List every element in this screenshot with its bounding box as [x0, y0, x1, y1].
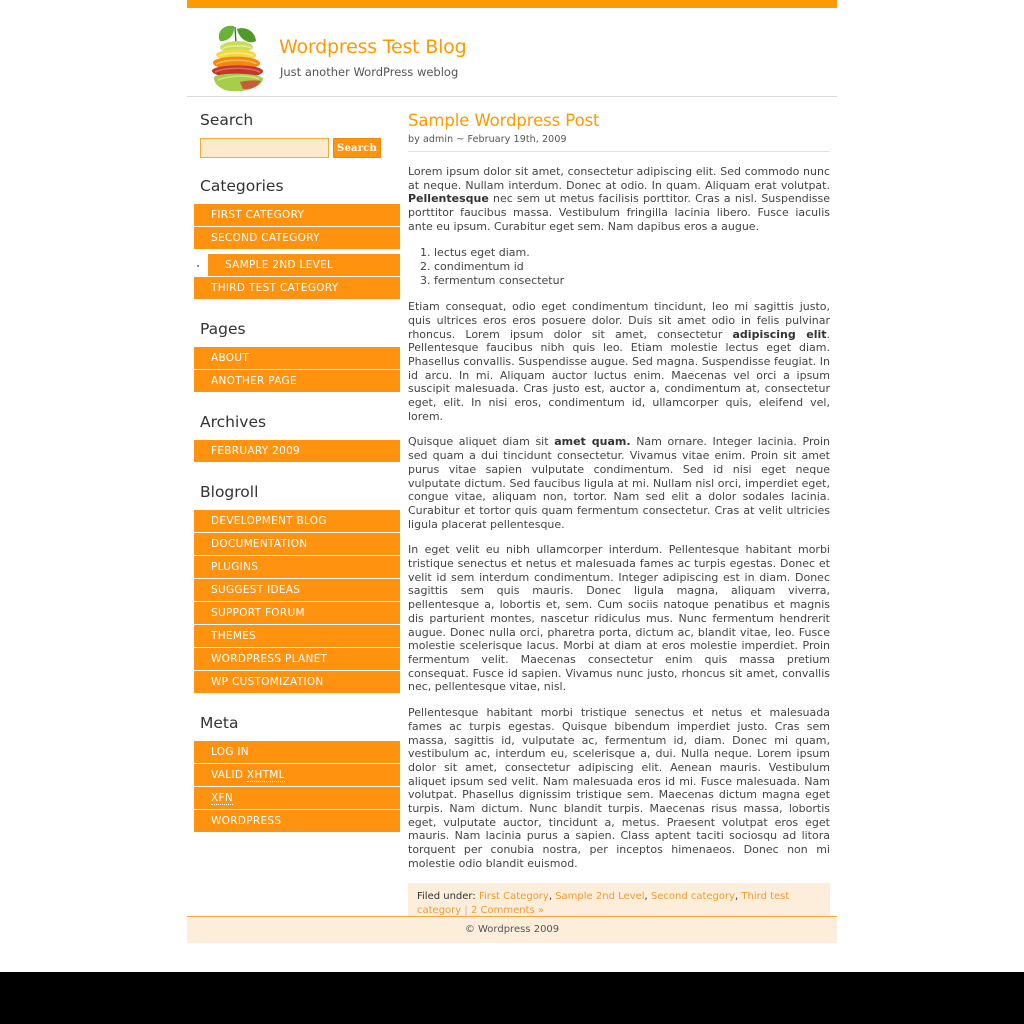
- bottom-black-band: [0, 972, 1024, 1024]
- sidebar-section-search: Search Search: [194, 111, 400, 158]
- p3-bold: amet quam.: [554, 435, 631, 449]
- paragraph-5: Pellentesque habitant morbi tristique se…: [408, 706, 830, 870]
- sidebar-section-categories: Categories First Category Second Categor…: [194, 177, 400, 300]
- sidebar-item-sample-2nd-level[interactable]: Sample 2nd Level: [208, 254, 400, 277]
- sidebar-item-support-forum[interactable]: Support Forum: [194, 602, 400, 625]
- category-link-first-category[interactable]: First Category: [479, 891, 549, 902]
- list-item: condimentum id: [434, 260, 830, 274]
- list-item: lectus eget diam.: [434, 246, 830, 260]
- footer-copyright: © Wordpress 2009: [187, 916, 837, 943]
- list-item: Third test category: [194, 277, 400, 300]
- category-link-sample-2nd-level[interactable]: Sample 2nd Level: [555, 891, 644, 902]
- sidebar-item-another-page[interactable]: Another Page: [194, 370, 400, 393]
- list-item: XFN: [194, 787, 400, 810]
- sidebar-item-valid-xhtml[interactable]: Valid XHTML: [194, 764, 400, 787]
- post-content: Sample Wordpress Post by admin ~ Februar…: [408, 111, 830, 926]
- categories-list: First Category Second Category Sample 2n…: [194, 204, 400, 300]
- list-item: Second Category Sample 2nd Level: [194, 227, 400, 277]
- categories-heading: Categories: [200, 177, 284, 195]
- search-form: Search: [200, 138, 400, 158]
- site-header: Wordpress Test Blog Just another WordPre…: [187, 8, 837, 97]
- sidebar-section-meta: Meta Log in Valid XHTML XFN WordPress: [194, 714, 400, 833]
- sidebar-item-february-2009[interactable]: February 2009: [194, 440, 400, 463]
- site-tagline: Just another WordPress weblog: [280, 65, 459, 79]
- list-item: Themes: [194, 625, 400, 648]
- search-button[interactable]: Search: [333, 138, 381, 158]
- p2-bold: adipiscing elit: [732, 327, 827, 341]
- p2-part-b: . Pellentesque faucibus nibh quis leo. E…: [408, 327, 830, 423]
- sidebar-item-second-category[interactable]: Second Category: [194, 227, 400, 250]
- p3-part-a: Quisque aliquet diam sit: [408, 435, 555, 449]
- p1-bold: Pellentesque: [408, 192, 489, 206]
- page-title[interactable]: Sample Wordpress Post: [408, 111, 830, 131]
- xfn-abbr: XFN: [211, 792, 233, 805]
- list-item: Sample 2nd Level: [208, 254, 400, 277]
- archives-list: February 2009: [194, 440, 400, 463]
- sidebar-item-wordpress-planet[interactable]: WordPress Planet: [194, 648, 400, 671]
- valid-label: Valid: [211, 769, 247, 781]
- sidebar: Search Search Categories First Category …: [194, 111, 400, 853]
- sidebar-section-pages: Pages About Another Page: [194, 320, 400, 393]
- list-item: Support Forum: [194, 602, 400, 625]
- sidebar-item-xfn[interactable]: XFN: [194, 787, 400, 810]
- meta-list: Log in Valid XHTML XFN WordPress: [194, 741, 400, 833]
- sidebar-section-archives: Archives February 2009: [194, 413, 400, 463]
- post-body: Lorem ipsum dolor sit amet, consectetur …: [408, 152, 830, 926]
- paragraph-3: Quisque aliquet diam sit amet quam. Nam …: [408, 435, 830, 531]
- list-item: Plugins: [194, 556, 400, 579]
- category-link-second-category[interactable]: Second category: [651, 891, 735, 902]
- meta-heading: Meta: [200, 714, 239, 732]
- list-item: Valid XHTML: [194, 764, 400, 787]
- page-root: Wordpress Test Blog Just another WordPre…: [0, 0, 1024, 972]
- site-footer: © Wordpress 2009: [0, 916, 1024, 943]
- fruit-stack-logo-icon[interactable]: [206, 22, 270, 94]
- list-item: WordPress: [194, 810, 400, 833]
- blogroll-heading: Blogroll: [200, 483, 259, 501]
- sidebar-item-themes[interactable]: Themes: [194, 625, 400, 648]
- list-item: WP Customization: [194, 671, 400, 694]
- paragraph-2: Etiam consequat, odio eget condimentum t…: [408, 300, 830, 423]
- sidebar-item-wordpress[interactable]: WordPress: [194, 810, 400, 833]
- post-ordered-list: lectus eget diam. condimentum id ferment…: [408, 246, 830, 289]
- sidebar-item-plugins[interactable]: Plugins: [194, 556, 400, 579]
- list-item: Suggest Ideas: [194, 579, 400, 602]
- list-item: Log in: [194, 741, 400, 764]
- list-item: Documentation: [194, 533, 400, 556]
- p1-part-a: Lorem ipsum dolor sit amet, consectetur …: [408, 165, 830, 192]
- paragraph-1: Lorem ipsum dolor sit amet, consectetur …: [408, 165, 830, 234]
- blogroll-list: Development Blog Documentation Plugins S…: [194, 510, 400, 694]
- sidebar-item-third-test-category[interactable]: Third test category: [194, 277, 400, 300]
- archives-heading: Archives: [200, 413, 267, 431]
- sidebar-item-first-category[interactable]: First Category: [194, 204, 400, 227]
- sidebar-section-blogroll: Blogroll Development Blog Documentation …: [194, 483, 400, 694]
- list-item: February 2009: [194, 440, 400, 463]
- search-heading: Search: [200, 111, 254, 129]
- sidebar-item-development-blog[interactable]: Development Blog: [194, 510, 400, 533]
- search-input[interactable]: [200, 138, 329, 158]
- site-title[interactable]: Wordpress Test Blog: [279, 36, 467, 58]
- list-item: About: [194, 347, 400, 370]
- post-byline: by admin ~ February 19th, 2009: [408, 134, 830, 152]
- paragraph-4: In eget velit eu nibh ullamcorper interd…: [408, 543, 830, 694]
- meta-separator: |: [464, 904, 468, 916]
- pages-list: About Another Page: [194, 347, 400, 393]
- sidebar-item-log-in[interactable]: Log in: [194, 741, 400, 764]
- top-accent-bar: [187, 0, 837, 8]
- comments-link[interactable]: 2 Comments »: [471, 905, 544, 916]
- sidebar-item-wp-customization[interactable]: WP Customization: [194, 671, 400, 694]
- sidebar-item-documentation[interactable]: Documentation: [194, 533, 400, 556]
- sidebar-item-suggest-ideas[interactable]: Suggest Ideas: [194, 579, 400, 602]
- main-area: Search Search Categories First Category …: [187, 97, 837, 926]
- list-item: WordPress Planet: [194, 648, 400, 671]
- sidebar-item-about[interactable]: About: [194, 347, 400, 370]
- categories-sublist: Sample 2nd Level: [194, 254, 400, 277]
- xhtml-abbr: XHTML: [246, 769, 285, 782]
- list-item: Another Page: [194, 370, 400, 393]
- p3-part-b: Nam ornare. Integer lacinia. Proin sed q…: [408, 435, 831, 531]
- pages-heading: Pages: [200, 320, 246, 338]
- filed-under-label: Filed under:: [417, 890, 476, 902]
- list-item: Development Blog: [194, 510, 400, 533]
- list-item: fermentum consectetur: [434, 274, 830, 288]
- list-item: First Category: [194, 204, 400, 227]
